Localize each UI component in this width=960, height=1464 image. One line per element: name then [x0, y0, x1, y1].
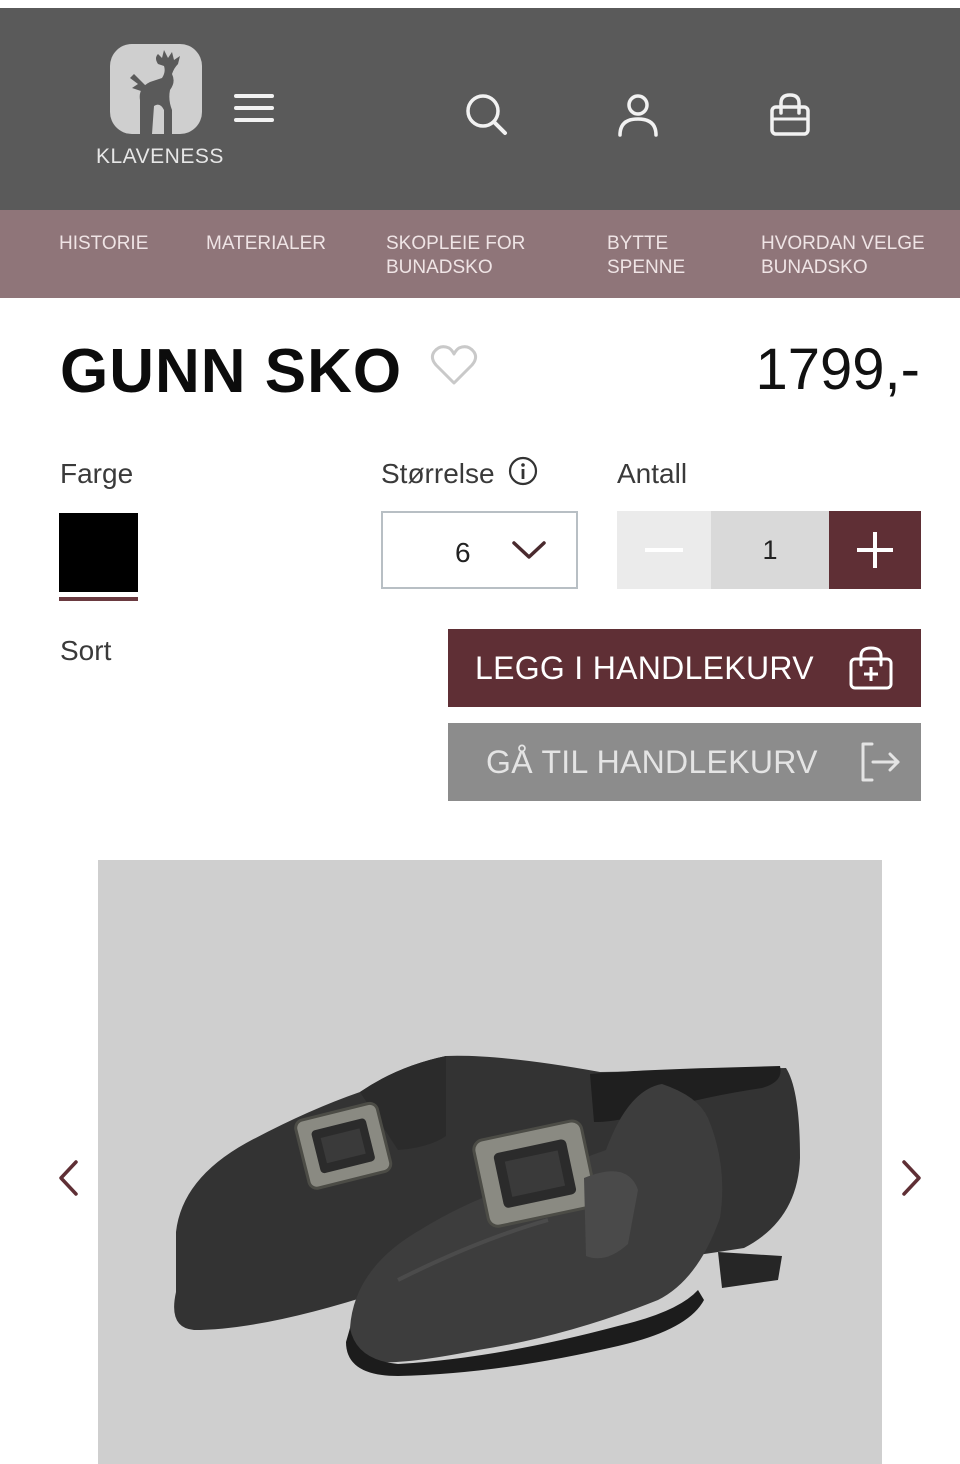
deer-logo-icon: [110, 44, 202, 134]
favorite-heart-icon[interactable]: [430, 344, 478, 386]
quantity-input[interactable]: 1: [711, 511, 829, 589]
quantity-label: Antall: [617, 458, 688, 489]
brand-logo[interactable]: KLAVENESS: [96, 44, 224, 176]
bag-plus-icon: [848, 645, 894, 694]
product-price: 1799,-: [755, 337, 920, 402]
add-to-cart-label: LEGG I HANDLEKURV: [475, 649, 814, 686]
selected-swatch-indicator: [59, 597, 138, 601]
size-label: Størrelse: [381, 458, 495, 489]
plus-icon: [857, 532, 893, 568]
site-header: KLAVENESS: [0, 8, 960, 210]
color-name: Sort: [60, 635, 112, 666]
quantity-decrease-button[interactable]: [617, 511, 711, 589]
color-swatch-black[interactable]: [59, 513, 138, 592]
nav-item-label: MATERIALER: [206, 233, 327, 254]
nav-item-label: SKOPLEIE FOR: [386, 233, 526, 254]
size-value: 6: [455, 537, 471, 568]
gallery-prev-arrow-icon[interactable]: [48, 1153, 88, 1203]
minus-icon: [645, 548, 683, 552]
gallery-next-arrow-icon[interactable]: [892, 1153, 932, 1203]
nav-item-label: HISTORIE: [59, 233, 149, 254]
nav-item-label-line2: SPENNE: [607, 257, 686, 278]
shoe-image: [174, 1055, 800, 1376]
menu-icon[interactable]: [230, 88, 278, 128]
user-icon[interactable]: [614, 90, 662, 138]
nav-item-label: HVORDAN VELGE: [761, 233, 925, 254]
nav-item-skopleie[interactable]: SKOPLEIE FOR BUNADSKO: [386, 232, 525, 280]
go-to-cart-label: GÅ TIL HANDLEKURV: [486, 743, 818, 780]
nav-item-historie[interactable]: HISTORIE: [59, 232, 148, 256]
nav-item-label: BYTTE: [607, 233, 669, 254]
add-to-cart-button[interactable]: LEGG I HANDLEKURV: [448, 629, 921, 707]
brand-name: KLAVENESS: [96, 145, 224, 168]
nav-item-label-line2: BUNADSKO: [761, 257, 868, 278]
product-title: GUNN SKO: [60, 337, 403, 406]
product-image: [98, 860, 882, 1464]
chevron-down-icon: [511, 535, 547, 570]
search-icon[interactable]: [462, 90, 510, 138]
color-label: Farge: [60, 458, 134, 489]
size-select[interactable]: 6: [381, 511, 578, 589]
exit-arrow-icon: [858, 741, 904, 786]
shopping-bag-icon[interactable]: [766, 90, 814, 138]
quantity-increase-button[interactable]: [829, 511, 921, 589]
nav-item-hvordan-velge[interactable]: HVORDAN VELGE BUNADSKO: [761, 232, 925, 280]
category-nav: HISTORIE MATERIALER SKOPLEIE FOR BUNADSK…: [0, 210, 960, 298]
nav-item-materialer[interactable]: MATERIALER: [206, 232, 326, 256]
go-to-cart-button[interactable]: GÅ TIL HANDLEKURV: [448, 723, 921, 801]
info-icon[interactable]: [508, 456, 538, 486]
nav-item-bytte-spenne[interactable]: BYTTE SPENNE: [607, 232, 685, 280]
nav-item-label-line2: BUNADSKO: [386, 257, 493, 278]
